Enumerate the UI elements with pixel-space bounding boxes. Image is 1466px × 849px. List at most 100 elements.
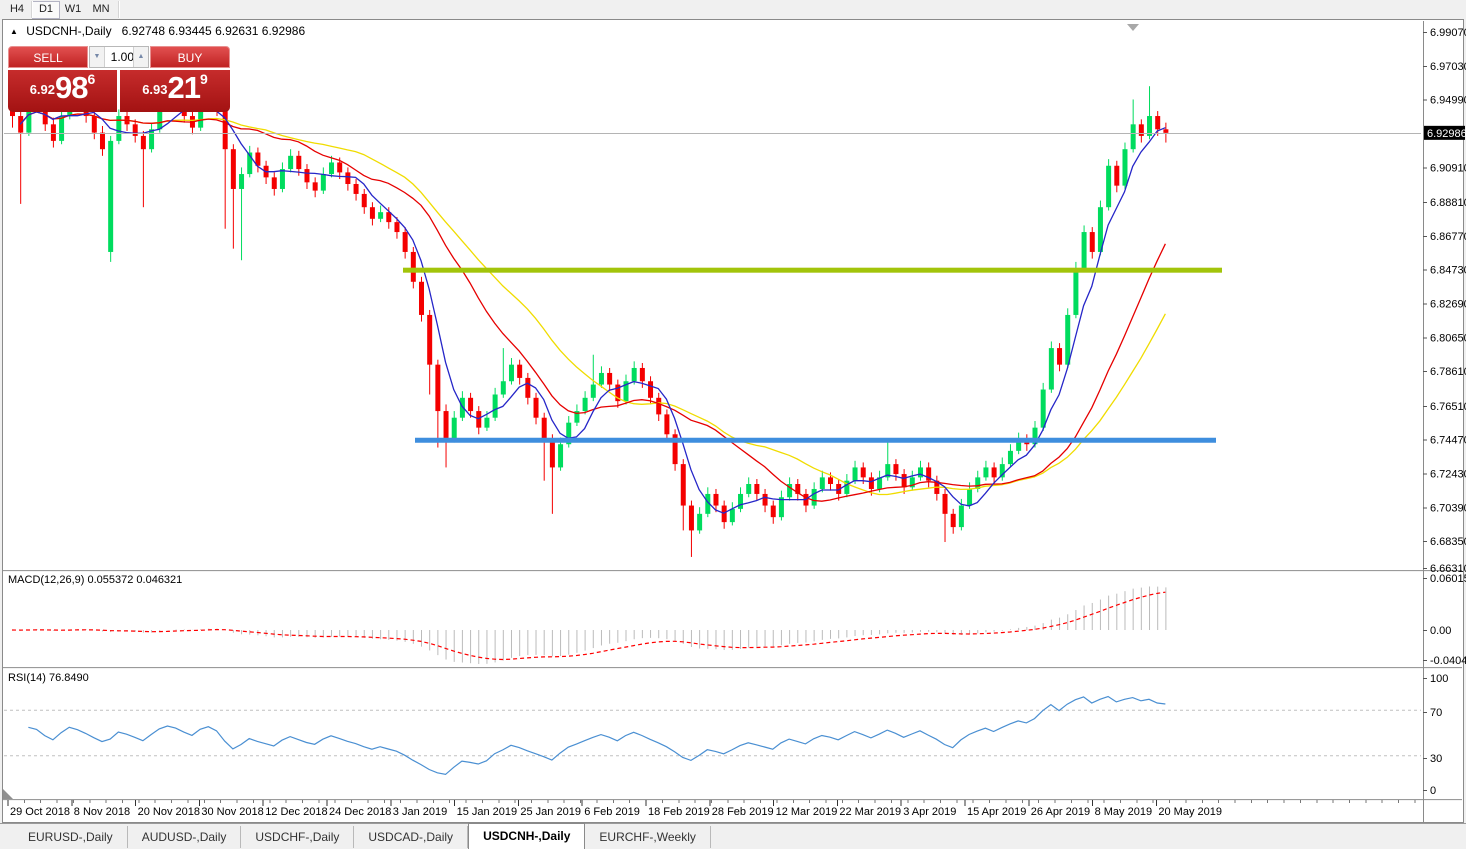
price-tick-label: 6.90910 (1430, 162, 1466, 174)
trading-terminal: { "toolbar": { "timeframes": [ {"label":… (0, 0, 1466, 849)
ma-mid-line (20, 112, 1165, 501)
date-tick-label: 6 Feb 2019 (584, 806, 640, 818)
chart-title: USDCNH-,Daily (26, 24, 111, 38)
date-tick-label: 8 May 2019 (1095, 806, 1152, 818)
candle-body (1082, 232, 1087, 268)
rsi-line (28, 697, 1165, 775)
candle-body (419, 282, 424, 315)
candle-body (1073, 269, 1078, 315)
sell-price-sup: 6 (88, 71, 96, 87)
rsi-axis-label: 0 (1430, 785, 1436, 797)
tab-usdcad-daily[interactable]: USDCAD-,Daily (354, 826, 468, 848)
timeframe-button-h4[interactable]: H4 (4, 1, 30, 17)
candle-body (869, 477, 874, 489)
candle-body (1139, 124, 1144, 136)
date-tick-label: 30 Nov 2018 (201, 806, 263, 818)
timeframe-button-d1[interactable]: D1 (32, 1, 60, 19)
chart-shift-marker-icon[interactable] (1127, 24, 1139, 31)
date-tick-label: 12 Dec 2018 (265, 806, 327, 818)
candle-body (59, 116, 64, 141)
tab-audusd-daily[interactable]: AUDUSD-,Daily (128, 826, 242, 848)
candle-body (329, 162, 334, 174)
candle-body (362, 194, 367, 207)
macd-axis-label: -0.040407 (1430, 655, 1466, 667)
tab-usdchf-daily[interactable]: USDCHF-,Daily (241, 826, 354, 848)
support-line[interactable] (415, 438, 1216, 443)
candle-body (681, 464, 686, 505)
volume-decrease-button[interactable]: ▼ (90, 47, 105, 67)
price-tick-label: 6.84730 (1430, 265, 1466, 277)
date-tick-label: 22 Mar 2019 (839, 806, 901, 818)
date-tick-label: 24 Dec 2018 (329, 806, 391, 818)
candle-body (542, 418, 547, 440)
candle-body (313, 182, 318, 190)
candle-body (1131, 124, 1136, 149)
candle-body (812, 489, 817, 506)
candle-body (607, 373, 612, 385)
candle-body (697, 514, 702, 531)
date-tick-label: 18 Feb 2019 (648, 806, 710, 818)
date-tick-label: 29 Oct 2018 (10, 806, 70, 818)
buy-button[interactable]: BUY (150, 46, 230, 68)
candle-body (951, 514, 956, 527)
candle-body (108, 141, 113, 252)
candle-body (149, 129, 154, 149)
one-click-trading-widget: SELL ▼ ▲ BUY 6.92986 6.93219 (8, 46, 230, 112)
collapse-triangle-icon[interactable]: ▲ (10, 27, 18, 36)
toolbar-separator (118, 1, 120, 18)
candle-body (853, 467, 858, 480)
candle-body (378, 212, 383, 219)
candle-body (1065, 315, 1070, 365)
date-tick-label: 28 Feb 2019 (712, 806, 774, 818)
volume-increase-button[interactable]: ▲ (133, 47, 148, 67)
rsi-axis-label: 100 (1430, 673, 1448, 685)
candle-body (550, 439, 555, 467)
macd-label: MACD(12,26,9) 0.055372 0.046321 (8, 574, 182, 586)
candle-body (1106, 166, 1111, 207)
candle-body (1163, 129, 1168, 133)
tab-usdcnh-daily[interactable]: USDCNH-,Daily (468, 823, 585, 849)
timeframe-button-mn[interactable]: MN (88, 1, 114, 17)
candle-body (100, 133, 105, 150)
candle-body (599, 373, 604, 385)
buy-price-button[interactable]: 6.93219 (120, 70, 230, 112)
price-tick-label: 6.99070 (1430, 27, 1466, 39)
tab-eurchf-weekly[interactable]: EURCHF-,Weekly (585, 826, 710, 848)
volume-spinner: ▼ ▲ (89, 46, 149, 68)
macd-axis-label: 0.00 (1430, 625, 1451, 637)
candle-body (534, 398, 539, 418)
candle-body (959, 506, 964, 528)
rsi-axis-label: 30 (1430, 753, 1442, 765)
candle-body (771, 506, 776, 518)
tab-eurusd-daily[interactable]: EURUSD-,Daily (14, 826, 128, 848)
candle-body (501, 381, 506, 394)
candle-body (411, 252, 416, 282)
candle-body (893, 464, 898, 474)
candle-body (231, 149, 236, 189)
resistance-line[interactable] (403, 268, 1222, 273)
buy-price-small: 6.93 (142, 82, 167, 97)
candle-body (337, 162, 342, 172)
candle-body (763, 494, 768, 506)
date-tick-label: 3 Apr 2019 (903, 806, 956, 818)
date-tick-label: 3 Jan 2019 (393, 806, 447, 818)
buy-price-sup: 9 (200, 71, 208, 87)
timeframe-button-w1[interactable]: W1 (60, 1, 86, 17)
candle-body (730, 509, 735, 522)
sell-price-big: 98 (55, 70, 87, 105)
sell-button[interactable]: SELL (8, 46, 88, 68)
candle-body (92, 116, 97, 133)
candle-body (370, 207, 375, 219)
macd-signal-line (12, 592, 1165, 659)
candle-body (992, 467, 997, 477)
candle-body (484, 418, 489, 428)
candle-body (722, 506, 727, 523)
rsi-axis-label: 70 (1430, 707, 1442, 719)
date-tick-label: 26 Apr 2019 (1031, 806, 1090, 818)
candle-body (591, 385, 596, 398)
candle-body (1155, 116, 1160, 129)
chart-header: ▲ USDCNH-,Daily 6.92748 6.93445 6.92631 … (10, 24, 305, 38)
sell-price-button[interactable]: 6.92986 (8, 70, 117, 112)
candle-body (476, 411, 481, 428)
volume-input[interactable] (105, 47, 134, 67)
